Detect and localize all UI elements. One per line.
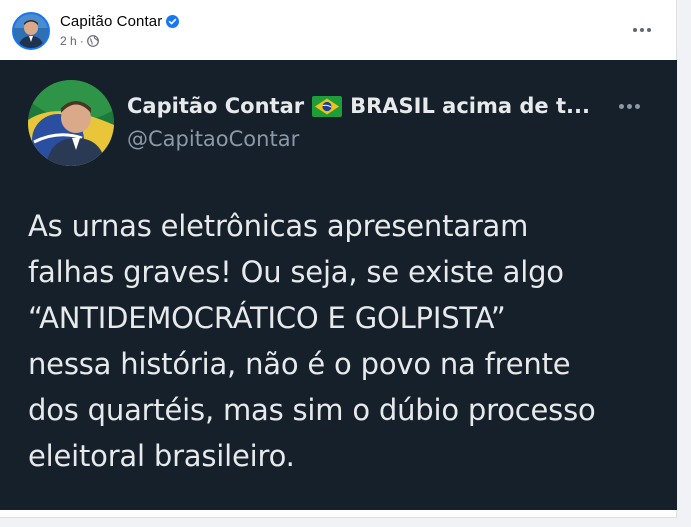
tweet-text-line: nessa história, não é o povo na frente xyxy=(28,347,571,381)
embedded-tweet-image[interactable]: Capitão Contar BRASIL acima de t... @Cap… xyxy=(0,60,677,510)
meta-separator: · xyxy=(79,34,84,48)
tweet-text-line: eleitoral brasileiro. xyxy=(28,439,295,473)
post-meta: 2 h · xyxy=(60,34,99,48)
tweet-name-row: Capitão Contar BRASIL acima de t... xyxy=(127,94,590,118)
post-timestamp[interactable]: 2 h xyxy=(60,34,77,48)
tweet-text-line: falhas graves! Ou seja, se existe algo xyxy=(28,255,564,289)
post-header: Capitão Contar 2 h · xyxy=(0,0,677,60)
tweet-text-line: As urnas eletrônicas apresentaram xyxy=(28,209,529,243)
author-avatar[interactable] xyxy=(12,12,50,50)
tweet-handle: @CapitaoContar xyxy=(127,127,300,151)
avatar-photo xyxy=(14,14,48,48)
tweet-avatar xyxy=(28,80,114,166)
more-horizontal-icon xyxy=(618,103,640,109)
author-name[interactable]: Capitão Contar xyxy=(60,13,162,30)
more-horizontal-icon xyxy=(633,28,651,32)
author-name-row: Capitão Contar xyxy=(60,13,180,30)
tweet-more-indicator xyxy=(614,96,644,116)
tweet-text: As urnas eletrônicas apresentaram falhas… xyxy=(28,203,658,479)
facebook-post-card: Capitão Contar 2 h · Capitão Contar BRAS… xyxy=(0,0,677,518)
tweet-display-name: Capitão Contar xyxy=(127,94,305,118)
tweet-name-motto: BRASIL acima de t... xyxy=(350,94,590,118)
verified-badge-icon xyxy=(166,15,180,28)
tweet-avatar-photo xyxy=(28,80,114,166)
tweet-text-line: “ANTIDEMOCRÁTICO E GOLPISTA” xyxy=(28,301,506,335)
tweet-text-line: dos quartéis, mas sim o dúbio processo xyxy=(28,393,596,427)
post-options-button[interactable] xyxy=(622,14,662,46)
brazil-flag-icon xyxy=(312,95,343,117)
globe-icon xyxy=(86,35,99,47)
